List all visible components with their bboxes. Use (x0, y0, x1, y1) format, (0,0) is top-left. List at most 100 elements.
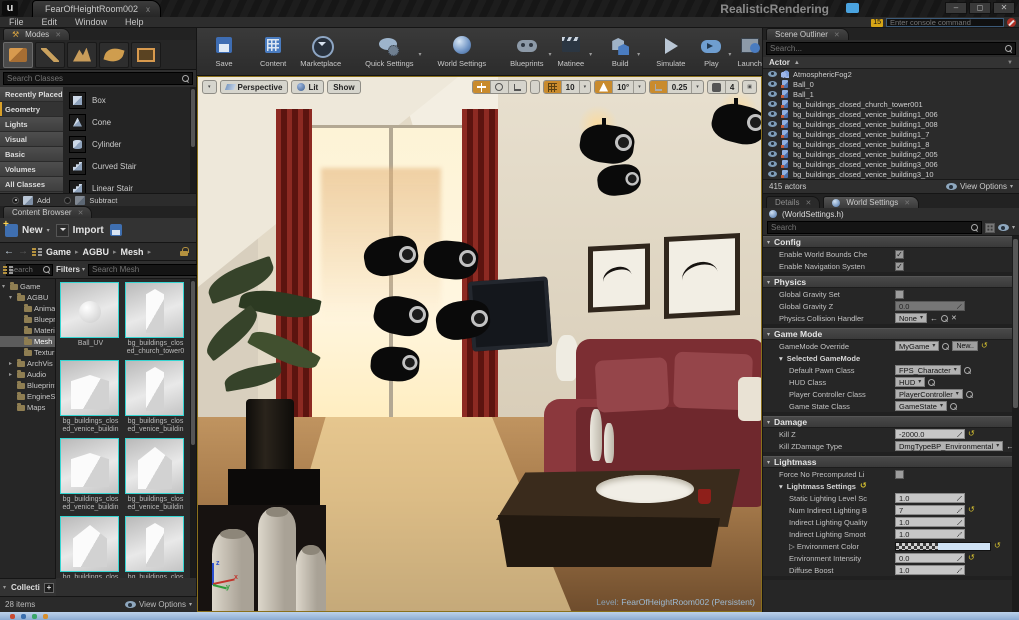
search-icon[interactable] (928, 379, 935, 386)
rotation-snap-value[interactable]: 10° (612, 81, 633, 93)
asset-item[interactable]: bg_buildings_clos ed_venice_buildin (125, 438, 186, 512)
use-selected-icon[interactable]: ← (930, 314, 938, 323)
spotlight-sprite[interactable] (597, 165, 640, 195)
tab-modes[interactable]: ⚒ Modes ✕ (3, 28, 70, 40)
dropdown[interactable]: None▾ (895, 313, 927, 323)
dropdown[interactable]: GameState▾ (895, 401, 947, 411)
spotlight-sprite[interactable] (374, 297, 428, 335)
visibility-eye-icon[interactable] (768, 151, 777, 157)
color-swatch[interactable] (895, 542, 991, 551)
checkbox[interactable]: ✓ (895, 250, 904, 259)
foliage-mode-button[interactable] (99, 42, 129, 68)
camera-speed-value[interactable]: 4 (725, 81, 738, 93)
clear-icon[interactable]: ✕ (951, 314, 957, 322)
outliner-search-input[interactable] (770, 44, 1005, 53)
group-row-lightmass-settings[interactable]: ▾Lightmass Settings↺ (779, 482, 867, 491)
breadcrumb-agbu[interactable]: AGBU (83, 247, 110, 257)
actor-row[interactable]: AtmosphericFog2 (763, 69, 1019, 79)
modes-search-input[interactable] (7, 74, 182, 83)
spotlight-sprite[interactable] (424, 241, 478, 279)
modes-tab-close-icon[interactable]: ✕ (55, 31, 61, 39)
folder-mesh[interactable]: Mesh (0, 336, 55, 347)
outliner-search[interactable] (766, 42, 1016, 55)
actor-row[interactable]: bg_buildings_closed_venice_building3_10 (763, 169, 1019, 179)
marketplace-button[interactable]: Marketplace (293, 33, 348, 70)
scene-outliner-tab-close-icon[interactable]: ✕ (834, 31, 840, 39)
revert-icon[interactable]: ↺ (981, 342, 988, 350)
visibility-eye-icon[interactable] (768, 81, 777, 87)
outliner-column-header[interactable]: Actor ▲ ▼ (763, 57, 1019, 69)
actor-row[interactable]: bg_buildings_closed_venice_building1_006 (763, 109, 1019, 119)
breadcrumb-game[interactable]: Game (46, 247, 71, 257)
visibility-eye-icon[interactable] (768, 141, 777, 147)
folder-maps[interactable]: Maps (0, 402, 55, 413)
forward-arrow-icon[interactable]: → (18, 246, 28, 257)
settings-search[interactable] (767, 221, 982, 234)
quick-settings-button[interactable]: Quick Settings▾ (358, 33, 420, 70)
mode-category-visual[interactable]: Visual (0, 132, 63, 147)
content-button[interactable]: Content (253, 33, 293, 70)
save-button[interactable]: Save (205, 33, 243, 70)
menu-item-help[interactable]: Help (116, 17, 153, 27)
rotation-snap-dropdown[interactable]: ▾ (633, 81, 645, 93)
revert-icon[interactable]: ↺ (860, 482, 867, 490)
tab-details[interactable]: Details ✕ (766, 196, 820, 208)
save-all-icon[interactable] (110, 224, 122, 236)
asset-thumbnail[interactable] (125, 516, 184, 572)
build-button[interactable]: Build▾ (601, 33, 639, 70)
value-input[interactable]: 0.0 (895, 553, 965, 563)
level-tab-close-icon[interactable]: x (146, 5, 150, 14)
subtract-radio[interactable] (64, 197, 71, 204)
visibility-eye-icon[interactable] (768, 91, 777, 97)
revert-icon[interactable]: ↺ (968, 554, 975, 562)
spotlight-sprite[interactable] (712, 105, 761, 143)
import-button[interactable]: Import (56, 224, 104, 237)
viewport-scene[interactable]: z x y (198, 77, 761, 611)
mode-category-recently-placed[interactable]: Recently Placed (0, 87, 63, 102)
viewport[interactable]: z x y ▾ Perspective Lit Show (197, 76, 762, 612)
asset-item[interactable]: bg_buildings_clos ed_venice_buildin (60, 360, 121, 434)
folder-bluepri[interactable]: Bluepri (0, 314, 55, 325)
console-command-input[interactable] (886, 18, 1004, 27)
play-button[interactable]: Play▾ (692, 33, 730, 70)
tab-scene-outliner[interactable]: Scene Outliner ✕ (766, 28, 849, 40)
expander-icon[interactable]: ▾ (2, 283, 8, 290)
folder-archvis[interactable]: ▸ArchVis (0, 358, 55, 369)
mode-category-volumes[interactable]: Volumes (0, 162, 63, 177)
spotlight-sprite[interactable] (580, 125, 634, 163)
visibility-eye-icon[interactable] (768, 131, 777, 137)
display-filter-icon[interactable] (998, 224, 1009, 231)
mode-category-basic[interactable]: Basic (0, 147, 63, 162)
taskbar-icon[interactable] (10, 614, 15, 619)
dropdown[interactable]: FPS_Character▾ (895, 365, 961, 375)
spotlight-sprite[interactable] (436, 301, 490, 339)
back-arrow-icon[interactable]: ← (4, 246, 14, 257)
actor-row[interactable]: Ball_1 (763, 89, 1019, 99)
tree-search[interactable] (6, 264, 53, 276)
asset-search[interactable] (88, 264, 213, 276)
world-settings-tab-close-icon[interactable]: ✕ (904, 199, 910, 207)
mode-category-all-classes[interactable]: All Classes (0, 177, 63, 192)
maximize-viewport-button[interactable]: ▣ (743, 81, 756, 93)
taskbar-icon[interactable] (43, 614, 48, 619)
checkbox[interactable] (895, 470, 904, 479)
asset-thumbnail[interactable] (60, 282, 119, 338)
checkbox[interactable] (895, 290, 904, 299)
visibility-eye-icon[interactable] (768, 171, 777, 177)
viewport-options-button[interactable]: ▾ (202, 80, 217, 94)
value-input[interactable]: -2000.0 (895, 429, 965, 439)
breadcrumb-mesh[interactable]: Mesh (121, 247, 144, 257)
settings-scrollbar[interactable] (1012, 236, 1019, 612)
search-icon[interactable] (964, 367, 971, 374)
asset-search-input[interactable] (92, 265, 202, 274)
landscape-mode-button[interactable] (67, 42, 97, 68)
folder-agbu[interactable]: ▾AGBU (0, 292, 55, 303)
asset-thumbnail[interactable] (60, 516, 119, 572)
camera-speed-button[interactable] (708, 81, 725, 93)
close-button[interactable]: ✕ (993, 2, 1015, 14)
placeable-class-curved-stair[interactable]: Curved Stair (63, 155, 196, 177)
spotlight-sprite[interactable] (364, 237, 418, 275)
place-mode-button[interactable] (3, 42, 33, 68)
expander-icon[interactable]: ▸ (9, 371, 15, 378)
placeable-class-linear-stair[interactable]: Linear Stair (63, 177, 196, 193)
